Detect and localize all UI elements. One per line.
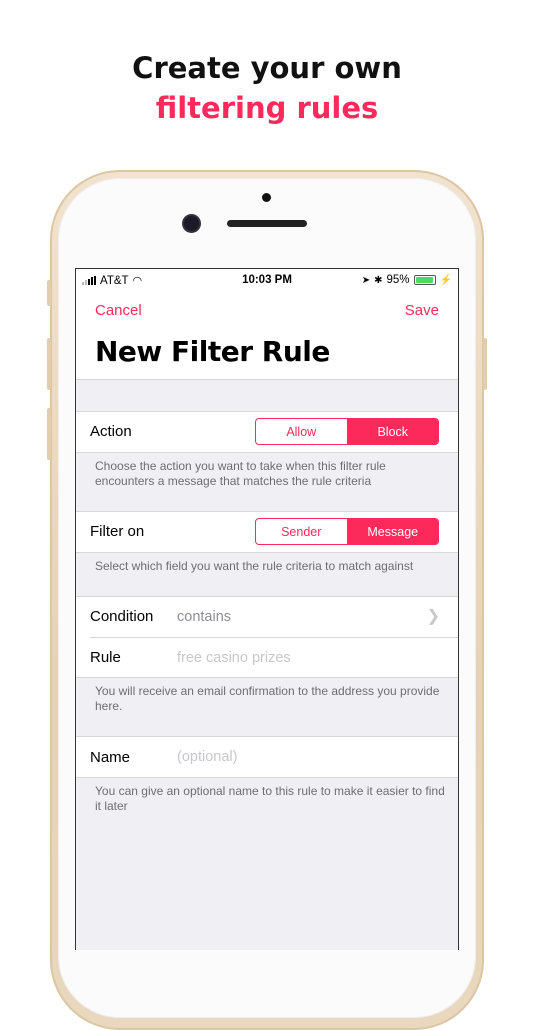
battery-icon	[413, 275, 436, 285]
rule-input[interactable]: free casino prizes	[177, 650, 291, 666]
condition-value: contains	[177, 609, 232, 625]
condition-row[interactable]: Condition contains ❯	[76, 597, 458, 637]
action-option-allow[interactable]: Allow	[256, 419, 347, 444]
status-bar: AT&T ◠ 10:03 PM ➤ ✱ 95% ⚡	[76, 269, 458, 291]
bluetooth-icon: ✱	[374, 274, 383, 286]
filter-option-sender[interactable]: Sender	[256, 519, 347, 544]
mute-switch	[47, 280, 51, 306]
chevron-right-icon: ❯	[426, 608, 440, 625]
row-divider	[90, 637, 458, 638]
filter-on-row: Filter on Sender Message	[76, 511, 458, 553]
name-note: You can give an optional name to this ru…	[95, 784, 445, 813]
filter-on-note: Select which field you want the rule cri…	[95, 559, 414, 573]
name-label: Name	[90, 749, 131, 766]
action-note: Choose the action you want to take when …	[95, 459, 386, 488]
action-option-block[interactable]: Block	[346, 419, 438, 444]
rule-note: You will receive an email confirmation t…	[95, 684, 440, 713]
page-title: New Filter Rule	[95, 335, 330, 368]
save-button[interactable]: Save	[405, 302, 439, 319]
location-icon: ➤	[361, 274, 371, 286]
earpiece-speaker	[227, 220, 307, 227]
front-camera-icon	[184, 216, 199, 231]
filter-option-message[interactable]: Message	[346, 519, 438, 544]
action-segmented-control[interactable]: Allow Block	[255, 418, 439, 445]
criteria-section: Condition contains ❯ Rule free casino pr…	[76, 596, 458, 678]
navigation-bar: AT&T ◠ 10:03 PM ➤ ✱ 95% ⚡ Cancel Save Ne…	[76, 269, 458, 380]
condition-label: Condition	[90, 608, 154, 625]
cancel-button[interactable]: Cancel	[95, 302, 142, 319]
volume-up-button	[47, 338, 51, 390]
filter-on-segmented-control[interactable]: Sender Message	[255, 518, 439, 545]
charging-icon: ⚡	[439, 274, 452, 286]
power-button	[483, 338, 487, 390]
name-input[interactable]: (optional)	[177, 749, 237, 765]
battery-percent: 95%	[386, 274, 410, 286]
filter-on-label: Filter on	[90, 523, 145, 540]
promo-line-1: Create your own	[132, 51, 402, 85]
volume-down-button	[47, 408, 51, 460]
promo-headline: Create your own filtering rules	[0, 48, 534, 128]
promo-line-2: filtering rules	[155, 91, 379, 125]
proximity-sensor	[262, 193, 271, 202]
action-label: Action	[90, 423, 132, 440]
phone-screen: AT&T ◠ 10:03 PM ➤ ✱ 95% ⚡ Cancel Save Ne…	[75, 268, 459, 950]
action-row: Action Allow Block	[76, 411, 458, 453]
name-row: Name (optional)	[76, 736, 458, 778]
rule-label: Rule	[90, 649, 121, 666]
